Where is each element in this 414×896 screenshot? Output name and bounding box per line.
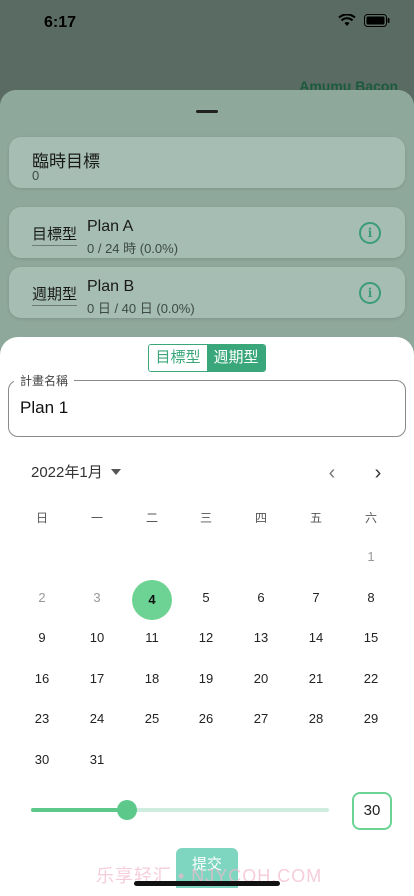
toggle-goal-type[interactable]: 目標型 <box>149 345 207 371</box>
calendar-day[interactable]: 24 <box>77 711 117 731</box>
info-icon[interactable]: i <box>359 222 381 244</box>
status-icons <box>338 14 390 27</box>
info-icon[interactable]: i <box>359 282 381 304</box>
slider-fill <box>31 808 127 812</box>
dropdown-caret-icon <box>110 468 121 475</box>
calendar-day[interactable]: 6 <box>241 590 281 610</box>
plan-card-a[interactable]: 目標型 Plan A 0 / 24 時 (0.0%) i <box>9 207 405 258</box>
plan-progress: 0 日 / 40 日 (0.0%) <box>87 301 195 316</box>
plan-name-label: 計畫名稱 <box>14 372 75 389</box>
calendar-day[interactable]: 5 <box>186 590 226 610</box>
month-label: 2022年1月 <box>31 464 103 481</box>
slider-value-box[interactable]: 30 <box>352 792 392 830</box>
status-time: 6:17 <box>44 14 77 31</box>
plan-type-label: 目標型 <box>32 223 78 246</box>
calendar-day[interactable]: 10 <box>77 630 117 650</box>
weekday-header: 六 <box>364 511 377 525</box>
calendar-day[interactable]: 1 <box>351 549 391 569</box>
weekday-header: 一 <box>90 511 103 525</box>
calendar-day[interactable]: 27 <box>241 711 281 731</box>
plan-card-b[interactable]: 週期型 Plan B 0 日 / 40 日 (0.0%) i <box>9 267 405 318</box>
calendar-day[interactable]: 23 <box>22 711 62 731</box>
weekday-header: 四 <box>254 511 267 525</box>
wifi-icon <box>338 14 356 26</box>
home-indicator <box>134 881 280 886</box>
calendar-day[interactable]: 15 <box>351 630 391 650</box>
calendar-day[interactable]: 22 <box>351 671 391 691</box>
calendar-day[interactable]: 2 <box>22 590 62 610</box>
plan-name: Plan A <box>87 218 134 235</box>
slider-thumb[interactable] <box>117 800 137 820</box>
plan-type-toggle: 目標型 週期型 <box>148 344 266 372</box>
calendar-day[interactable]: 8 <box>351 590 391 610</box>
calendar-day[interactable]: 21 <box>296 671 336 691</box>
card-title: 臨時目標 <box>32 152 100 171</box>
calendar-day[interactable]: 19 <box>186 671 226 691</box>
calendar-day[interactable]: 9 <box>22 630 62 650</box>
calendar-day[interactable]: 12 <box>186 630 226 650</box>
calendar-day[interactable]: 31 <box>77 752 117 772</box>
calendar-day[interactable]: 14 <box>296 630 336 650</box>
weekday-header: 五 <box>309 511 322 525</box>
weekday-header: 日 <box>35 511 48 525</box>
card-sub: 0 <box>32 168 40 183</box>
plan-name: Plan B <box>87 278 135 295</box>
calendar-day[interactable]: 7 <box>296 590 336 610</box>
toggle-cycle-type[interactable]: 週期型 <box>207 345 265 371</box>
next-month-icon[interactable]: › <box>368 462 388 485</box>
calendar-day[interactable]: 29 <box>351 711 391 731</box>
calendar-day[interactable]: 18 <box>132 671 172 691</box>
status-bar: 6:17 <box>0 0 414 44</box>
plan-type-label: 週期型 <box>32 283 78 306</box>
prev-month-icon[interactable]: ‹ <box>322 462 342 485</box>
temp-goal-card[interactable]: 臨時目標 0 <box>9 137 405 188</box>
calendar-day[interactable]: 26 <box>186 711 226 731</box>
calendar-day[interactable]: 20 <box>241 671 281 691</box>
calendar-day[interactable]: 13 <box>241 630 281 650</box>
calendar-day[interactable]: 28 <box>296 711 336 731</box>
calendar-day[interactable]: 25 <box>132 711 172 731</box>
sheet-drag-handle[interactable] <box>196 110 218 113</box>
weekday-header: 二 <box>145 511 158 525</box>
calendar-day-selected[interactable]: 4 <box>132 580 172 620</box>
calendar-day[interactable]: 11 <box>132 630 172 650</box>
calendar-day[interactable]: 17 <box>77 671 117 691</box>
plan-name-value[interactable]: Plan 1 <box>20 398 68 418</box>
plan-progress: 0 / 24 時 (0.0%) <box>87 241 179 256</box>
calendar-day[interactable]: 30 <box>22 752 62 772</box>
battery-icon <box>364 14 390 27</box>
month-picker[interactable]: 2022年1月 <box>31 461 121 482</box>
weekday-header: 三 <box>199 511 212 525</box>
calendar-day[interactable]: 16 <box>22 671 62 691</box>
calendar-day[interactable]: 3 <box>77 590 117 610</box>
